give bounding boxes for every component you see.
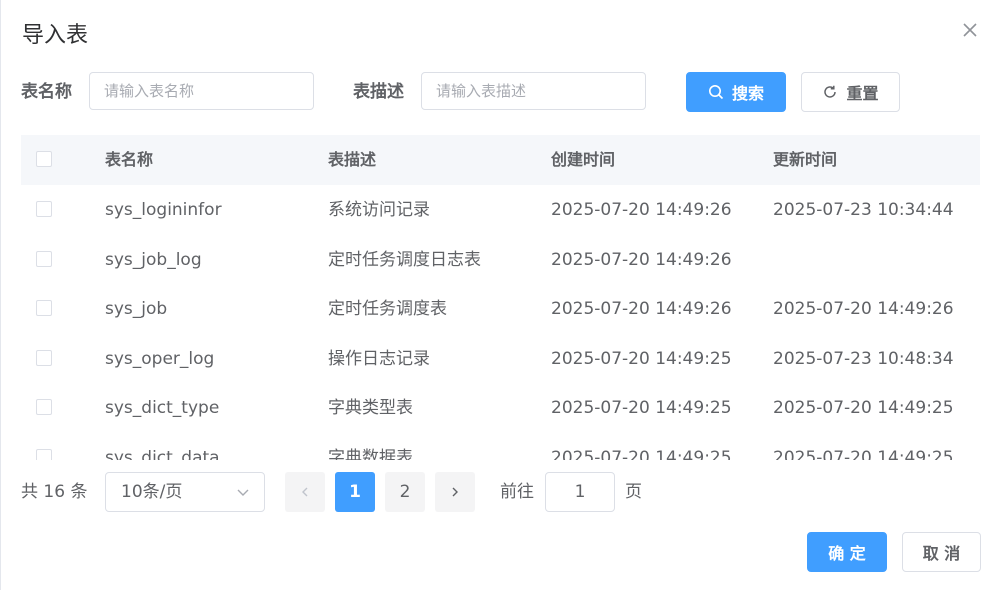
cancel-button-label: 取 消 (922, 544, 961, 563)
search-icon (708, 85, 724, 100)
table-row[interactable]: sys_oper_log 操作日志记录 2025-07-20 14:49:25 … (21, 334, 980, 385)
confirm-button[interactable]: 确 定 (807, 532, 887, 572)
import-table-dialog: 导入表 表名称 表描述 搜索 重置 表名称 表描述 创建时间 更新时间 sys_… (0, 0, 1002, 590)
table-header: 表名称 表描述 创建时间 更新时间 (21, 135, 980, 186)
reset-button-label: 重置 (846, 84, 879, 103)
goto-page-input[interactable] (545, 472, 615, 512)
chevron-left-icon (302, 487, 308, 497)
row-table-name: sys_oper_log (105, 349, 215, 369)
table-desc-label: 表描述 (353, 82, 404, 102)
chevron-right-icon (452, 487, 458, 497)
search-button-label: 搜索 (731, 84, 764, 103)
column-header-name: 表名称 (105, 150, 154, 169)
close-icon[interactable] (958, 18, 982, 42)
row-table-desc: 定时任务调度日志表 (328, 250, 481, 270)
row-created-time: 2025-07-20 14:49:26 (551, 250, 732, 270)
table-row[interactable]: sys_dict_data 字典数据表 2025-07-20 14:49:25 … (21, 433, 980, 460)
row-updated-time: 2025-07-23 10:48:34 (773, 349, 954, 369)
pagination-total: 共 16 条 (21, 482, 88, 502)
row-checkbox[interactable] (36, 399, 52, 415)
row-updated-time: 2025-07-20 14:49:26 (773, 299, 954, 319)
row-created-time: 2025-07-20 14:49:26 (551, 200, 732, 220)
row-table-name: sys_logininfor (105, 200, 222, 220)
table-row[interactable]: sys_job_log 定时任务调度日志表 2025-07-20 14:49:2… (21, 235, 980, 286)
goto-label: 前往 (500, 482, 534, 502)
column-header-desc: 表描述 (328, 150, 377, 169)
table-list: 表名称 表描述 创建时间 更新时间 sys_logininfor 系统访问记录 … (21, 135, 980, 460)
refresh-icon (824, 85, 837, 98)
select-all-checkbox[interactable] (36, 151, 52, 167)
table-row[interactable]: sys_logininfor 系统访问记录 2025-07-20 14:49:2… (21, 185, 980, 236)
table-row[interactable]: sys_dict_type 字典类型表 2025-07-20 14:49:25 … (21, 383, 980, 434)
row-table-name: sys_dict_data (105, 448, 220, 460)
search-button[interactable]: 搜索 (686, 72, 786, 112)
row-checkbox[interactable] (36, 300, 52, 316)
next-page-button[interactable] (435, 472, 475, 512)
row-table-name: sys_job_log (105, 250, 202, 270)
chevron-down-icon (237, 489, 249, 496)
column-header-updated: 更新时间 (773, 150, 838, 169)
row-table-desc: 定时任务调度表 (328, 299, 447, 319)
cancel-button[interactable]: 取 消 (902, 532, 981, 572)
page-size-select[interactable]: 10条/页 (105, 472, 265, 512)
row-table-desc: 系统访问记录 (328, 200, 430, 220)
row-checkbox[interactable] (36, 449, 52, 460)
row-table-name: sys_dict_type (105, 398, 220, 418)
row-table-desc: 操作日志记录 (328, 349, 430, 369)
dialog-border (0, 0, 1, 590)
table-row[interactable]: sys_job 定时任务调度表 2025-07-20 14:49:26 2025… (21, 284, 980, 335)
row-table-desc: 字典类型表 (328, 398, 413, 418)
page-size-value: 10条/页 (121, 482, 183, 502)
row-checkbox[interactable] (36, 350, 52, 366)
row-checkbox[interactable] (36, 201, 52, 217)
row-table-desc: 字典数据表 (328, 448, 413, 460)
row-created-time: 2025-07-20 14:49:25 (551, 398, 732, 418)
column-header-created: 创建时间 (551, 150, 616, 169)
row-updated-time: 2025-07-23 10:34:44 (773, 200, 954, 220)
row-created-time: 2025-07-20 14:49:25 (551, 349, 732, 369)
row-created-time: 2025-07-20 14:49:26 (551, 299, 732, 319)
page-1-button[interactable]: 1 (335, 472, 375, 512)
dialog-title: 导入表 (22, 23, 89, 48)
row-created-time: 2025-07-20 14:49:25 (551, 448, 732, 460)
reset-button[interactable]: 重置 (801, 72, 900, 112)
row-checkbox[interactable] (36, 251, 52, 267)
confirm-button-label: 确 定 (828, 544, 866, 563)
row-updated-time: 2025-07-20 14:49:25 (773, 448, 954, 460)
table-desc-input[interactable] (421, 72, 646, 110)
prev-page-button[interactable] (285, 472, 325, 512)
table-name-label: 表名称 (21, 82, 72, 102)
table-name-input[interactable] (89, 72, 314, 110)
row-updated-time: 2025-07-20 14:49:25 (773, 398, 954, 418)
row-table-name: sys_job (105, 299, 168, 319)
goto-suffix: 页 (625, 482, 642, 502)
page-2-button[interactable]: 2 (385, 472, 425, 512)
